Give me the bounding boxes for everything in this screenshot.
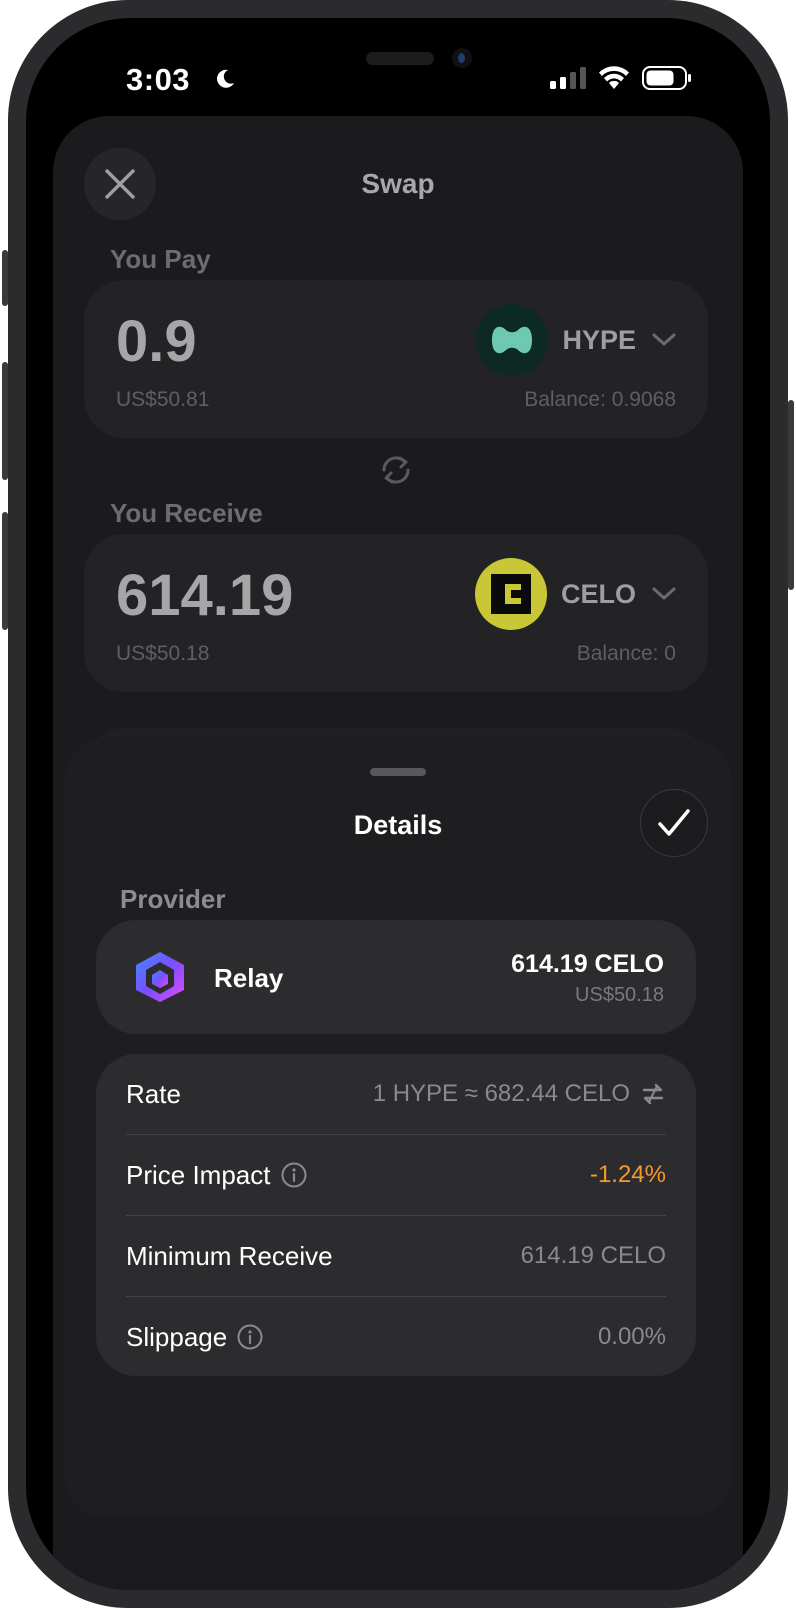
slippage-row: Slippage 0.00% — [126, 1297, 666, 1377]
provider-label: Provider — [120, 884, 226, 914]
action-button — [2, 250, 8, 306]
slippage-label: Slippage — [126, 1321, 228, 1352]
receive-balance: Balance: 0 — [576, 642, 676, 665]
you-pay-label: You Pay — [110, 244, 211, 274]
pay-balance: Balance: 0.9068 — [524, 388, 676, 411]
receive-token-symbol: CELO — [560, 578, 636, 609]
price-impact-value: -1.24% — [589, 1161, 666, 1188]
pay-amount-input[interactable]: 0.9 — [116, 308, 197, 375]
info-icon[interactable] — [237, 1324, 263, 1350]
swap-info-card: Rate 1 HYPE ≈ 682.44 CELO Price Impact -… — [96, 1054, 696, 1376]
provider-usd: US$50.18 — [575, 984, 664, 1006]
provider-amount: 614.19 CELO — [511, 950, 664, 978]
status-time: 3:03 — [126, 62, 191, 97]
receive-usd-value: US$50.18 — [116, 642, 210, 665]
pay-token-symbol: HYPE — [562, 324, 636, 355]
rate-label: Rate — [126, 1078, 181, 1109]
minimum-receive-row: Minimum Receive 614.19 CELO — [126, 1216, 666, 1296]
hype-token-icon — [476, 304, 549, 376]
slippage-value: 0.00% — [597, 1323, 666, 1350]
price-impact-label: Price Impact — [126, 1159, 271, 1190]
status-icons — [550, 66, 692, 90]
cellular-signal-icon — [550, 67, 586, 89]
provider-name: Relay — [214, 963, 284, 993]
pay-card[interactable]: 0.9 US$50.81 Balance: 0.9068 HYPE — [84, 280, 708, 438]
rate-row: Rate 1 HYPE ≈ 682.44 CELO — [126, 1054, 666, 1134]
receive-card[interactable]: 614.19 US$50.18 Balance: 0 CELO — [84, 534, 708, 692]
front-camera — [452, 48, 472, 68]
rate-value: 1 HYPE ≈ 682.44 CELO — [372, 1080, 630, 1107]
slippage-label-wrap: Slippage — [126, 1322, 263, 1353]
receive-amount: 614.19 — [116, 563, 294, 628]
phone-frame: 3:03 Swap You Pay 0.9 US$50.81 Balance: … — [2, 0, 794, 1608]
price-impact-label-wrap: Price Impact — [126, 1160, 307, 1191]
battery-icon — [642, 66, 691, 90]
pay-usd-value: US$50.81 — [116, 388, 210, 411]
details-title: Details — [353, 810, 443, 840]
info-icon[interactable] — [281, 1162, 307, 1188]
dynamic-island-speaker — [366, 52, 434, 65]
checkmark-icon — [658, 809, 690, 836]
minimum-receive-value: 614.19 CELO — [520, 1242, 666, 1269]
pay-token-selector[interactable]: HYPE — [476, 304, 676, 376]
sheet-grabber[interactable] — [370, 768, 426, 776]
receive-token-selector[interactable]: CELO — [474, 558, 676, 630]
minimum-receive-label: Minimum Receive — [126, 1240, 333, 1271]
volume-up-button — [2, 362, 8, 480]
chevron-down-icon — [652, 587, 676, 600]
wifi-icon — [599, 66, 629, 89]
power-button — [788, 400, 794, 590]
details-sheet: Details Provider Relay 614.19 CELO US$50… — [64, 738, 732, 1518]
chevron-down-icon — [652, 333, 676, 346]
moon-icon — [217, 69, 234, 88]
price-impact-row: Price Impact -1.24% — [126, 1135, 666, 1215]
page-title: Swap — [361, 168, 435, 199]
swap-direction-icon[interactable] — [378, 450, 414, 490]
confirm-button[interactable] — [640, 789, 708, 857]
provider-card[interactable]: Relay 614.19 CELO US$50.18 — [96, 920, 696, 1034]
rate-value-wrap: 1 HYPE ≈ 682.44 CELO — [373, 1080, 666, 1108]
you-receive-label: You Receive — [110, 498, 263, 528]
celo-token-icon — [474, 558, 547, 630]
screen: 3:03 Swap You Pay 0.9 US$50.81 Balance: … — [26, 18, 770, 1590]
volume-down-button — [2, 512, 8, 630]
relay-logo-icon — [136, 952, 184, 1002]
invert-rate-icon[interactable] — [640, 1082, 666, 1106]
